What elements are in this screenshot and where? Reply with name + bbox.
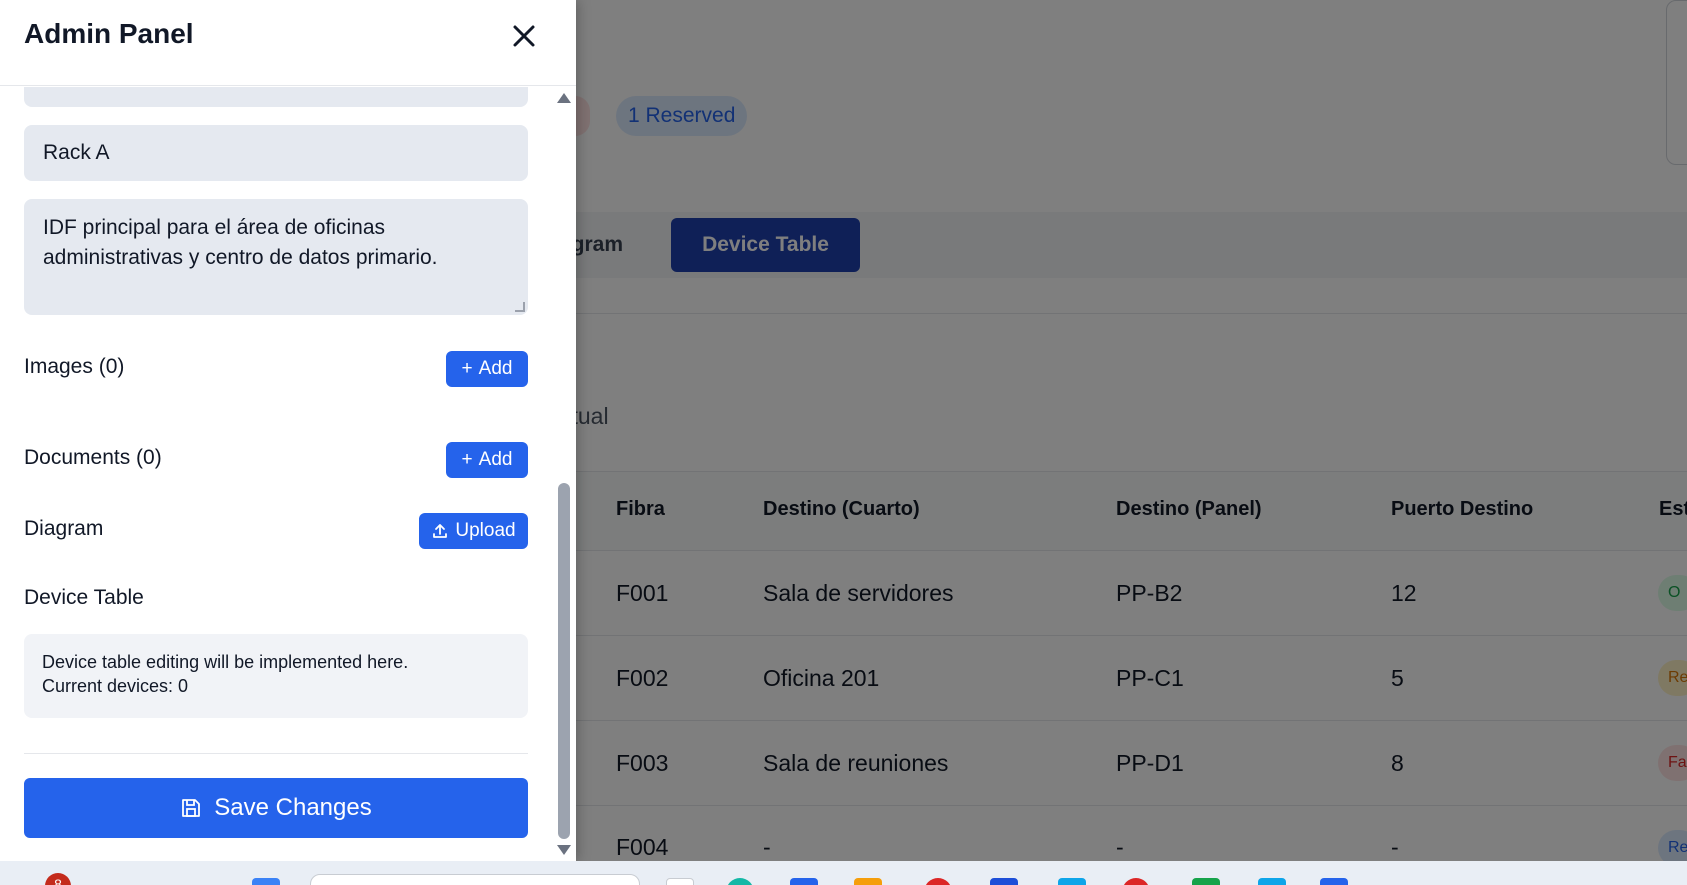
- panel-title: Admin Panel: [24, 18, 194, 49]
- info-line: Device table editing will be implemented…: [42, 652, 409, 672]
- save-changes-button[interactable]: Save Changes: [24, 778, 528, 838]
- taskbar-app-icon[interactable]: [790, 878, 818, 885]
- taskbar-app-icon[interactable]: [990, 878, 1018, 885]
- add-images-label: Add: [478, 358, 513, 379]
- images-label: Images (0): [24, 355, 125, 378]
- upload-label: Upload: [455, 520, 516, 541]
- taskbar-app-icon[interactable]: [1192, 878, 1220, 885]
- scroll-down-arrow-icon[interactable]: [557, 845, 571, 855]
- taskbar-app-icon[interactable]: [1058, 878, 1086, 885]
- add-documents-label: Add: [478, 449, 513, 470]
- documents-label: Documents (0): [24, 446, 162, 469]
- add-images-button[interactable]: + Add: [446, 351, 528, 387]
- panel-body: Rack A IDF principal para el área de ofi…: [0, 87, 576, 861]
- taskbar-app-icon[interactable]: [666, 878, 694, 885]
- windows-start-icon[interactable]: [252, 878, 280, 885]
- diagram-label: Diagram: [24, 517, 104, 540]
- save-icon: [182, 799, 201, 817]
- upload-icon: [433, 524, 448, 538]
- close-icon: [513, 25, 535, 47]
- plus-icon: +: [461, 358, 473, 379]
- resize-handle[interactable]: [515, 302, 525, 312]
- taskbar-search-box[interactable]: [310, 874, 640, 885]
- location-field[interactable]: [24, 87, 528, 107]
- divider: [24, 753, 528, 754]
- panel-scrollbar[interactable]: [552, 87, 576, 861]
- close-button[interactable]: [506, 18, 542, 54]
- device-table-label: Device Table: [24, 586, 144, 609]
- admin-panel: Admin Panel Rack A IDF principal para el…: [0, 0, 576, 861]
- scroll-up-arrow-icon[interactable]: [557, 93, 571, 103]
- panel-header: Admin Panel: [0, 0, 576, 86]
- rack-field[interactable]: Rack A: [24, 125, 528, 181]
- taskbar-app-icon[interactable]: [1258, 878, 1286, 885]
- save-changes-label: Save Changes: [214, 794, 372, 821]
- scroll-thumb[interactable]: [558, 483, 570, 839]
- current-devices-text: Current devices: 0: [42, 676, 189, 696]
- description-text: IDF principal para el área de oficinas a…: [43, 216, 438, 269]
- taskbar-app-icon[interactable]: [1320, 878, 1348, 885]
- folder-icon[interactable]: [854, 878, 882, 885]
- add-documents-button[interactable]: + Add: [446, 442, 528, 478]
- upload-diagram-button[interactable]: Upload: [419, 513, 528, 549]
- plus-icon: +: [461, 449, 473, 470]
- description-textarea[interactable]: IDF principal para el área de oficinas a…: [24, 199, 528, 315]
- device-table-info: Device table editing will be implemented…: [24, 634, 528, 718]
